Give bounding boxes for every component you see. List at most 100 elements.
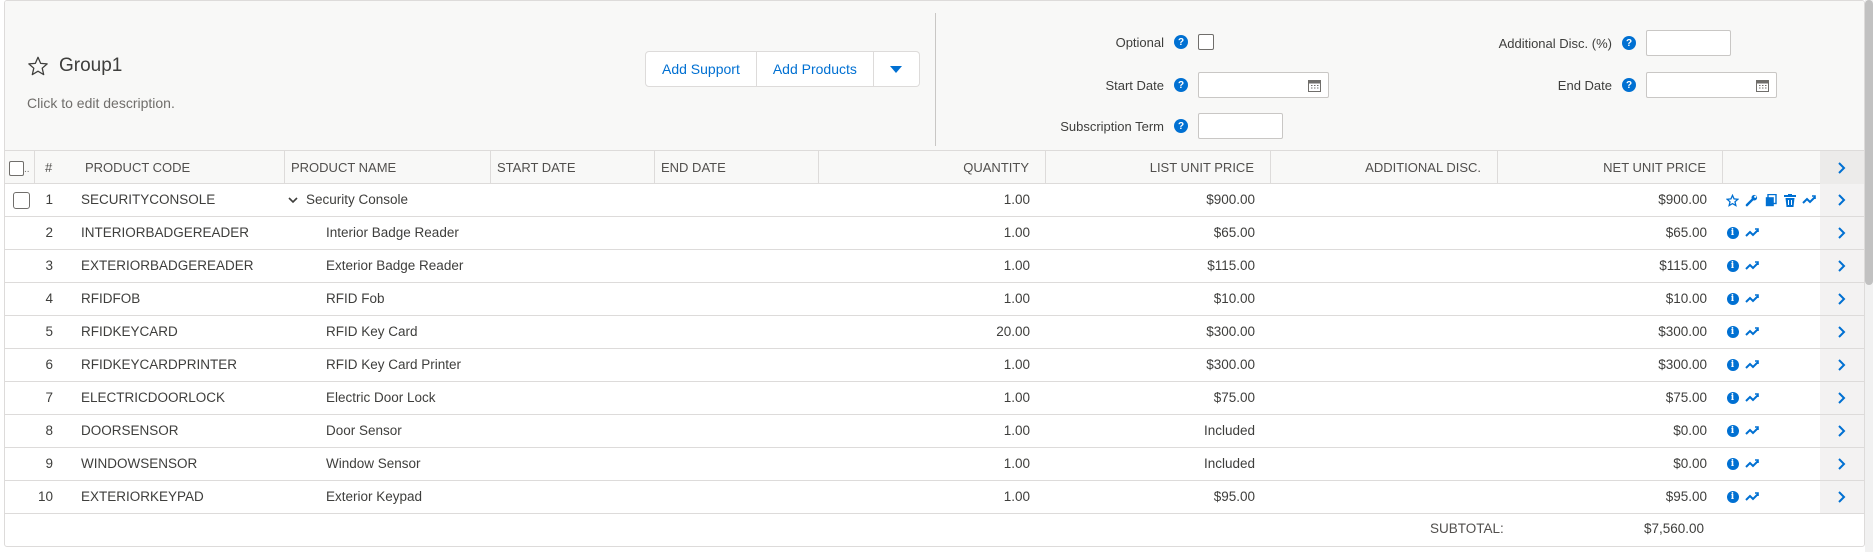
more-actions-dropdown-button[interactable] — [873, 51, 920, 87]
clone-icon[interactable] — [1763, 193, 1778, 208]
list-unit-price: Included — [1203, 456, 1255, 471]
additional-disc[interactable] — [1271, 250, 1482, 282]
price-trend-icon[interactable] — [1744, 391, 1759, 406]
delete-icon[interactable] — [1782, 193, 1797, 208]
price-trend-icon[interactable] — [1744, 490, 1759, 505]
group-title[interactable]: Group1 — [59, 55, 122, 77]
help-icon[interactable]: ? — [1622, 78, 1636, 92]
table-row: 10 EXTERIORKEYPAD Exterior Keypad 1.00 $95.0… — [5, 481, 1864, 514]
header-divider — [935, 13, 936, 146]
info-icon[interactable]: i — [1725, 226, 1740, 241]
info-icon[interactable]: i — [1725, 292, 1740, 307]
price-trend-icon[interactable] — [1801, 193, 1816, 208]
row-detail-button[interactable] — [1820, 481, 1864, 513]
add-products-button[interactable]: Add Products — [756, 51, 874, 87]
info-icon[interactable]: i — [1725, 457, 1740, 472]
quantity[interactable]: 1.00 — [819, 184, 1030, 216]
subscription-term-input[interactable] — [1198, 113, 1283, 139]
info-icon[interactable]: i — [1725, 490, 1740, 505]
info-icon[interactable]: i — [1725, 259, 1740, 274]
quantity[interactable]: 1.00 — [819, 448, 1030, 480]
additional-disc[interactable] — [1271, 283, 1482, 315]
price-trend-icon[interactable] — [1744, 292, 1759, 307]
info-icon[interactable]: i — [1725, 358, 1740, 373]
row-detail-button[interactable] — [1820, 217, 1864, 249]
wrench-icon[interactable] — [1744, 193, 1759, 208]
quantity[interactable]: 1.00 — [819, 415, 1030, 447]
star-icon[interactable] — [1725, 193, 1740, 208]
additional-disc-input[interactable] — [1646, 30, 1731, 56]
chevron-right-icon — [1838, 491, 1846, 503]
price-trend-icon[interactable] — [1744, 424, 1759, 439]
chevron-down-icon[interactable] — [288, 195, 298, 205]
price-trend-icon[interactable] — [1744, 457, 1759, 472]
product-code: EXTERIORKEYPAD — [81, 489, 204, 504]
row-detail-button[interactable] — [1820, 415, 1864, 447]
row-detail-button[interactable] — [1820, 382, 1864, 414]
star-icon[interactable] — [27, 55, 49, 77]
row-num: 10 — [37, 489, 53, 504]
scrollbar-thumb[interactable] — [1865, 0, 1873, 285]
additional-disc[interactable] — [1271, 349, 1482, 381]
trend-icon — [1744, 492, 1759, 501]
price-trend-icon[interactable] — [1744, 358, 1759, 373]
info-icon[interactable]: i — [1725, 325, 1740, 340]
col-header-quantity[interactable]: QUANTITY — [819, 151, 1046, 184]
price-trend-icon[interactable] — [1744, 259, 1759, 274]
quantity[interactable]: 20.00 — [819, 316, 1030, 348]
row-detail-button[interactable] — [1820, 448, 1864, 480]
row-detail-button[interactable] — [1820, 349, 1864, 381]
additional-disc[interactable] — [1271, 217, 1482, 249]
col-header-list-unit-price[interactable]: LIST UNIT PRICE — [1046, 151, 1271, 184]
additional-disc[interactable] — [1271, 415, 1482, 447]
row-actions: i — [1725, 349, 1759, 381]
col-header-product-code[interactable]: PRODUCT CODE — [79, 151, 285, 184]
quantity[interactable]: 1.00 — [819, 481, 1030, 513]
group-description[interactable]: Click to edit description. — [27, 95, 175, 111]
price-trend-icon[interactable] — [1744, 325, 1759, 340]
start-date-input[interactable] — [1198, 72, 1329, 98]
product-name: Exterior Badge Reader — [326, 258, 464, 273]
calendar-icon[interactable] — [1756, 79, 1769, 92]
trend-icon — [1744, 426, 1759, 435]
info-icon[interactable]: i — [1725, 424, 1740, 439]
additional-disc[interactable] — [1271, 316, 1482, 348]
optional-checkbox[interactable] — [1198, 34, 1214, 50]
help-icon[interactable]: ? — [1622, 36, 1636, 50]
row-detail-button[interactable] — [1820, 250, 1864, 282]
col-header-additional-disc[interactable]: ADDITIONAL DISC. — [1271, 151, 1498, 184]
additional-disc[interactable] — [1271, 184, 1482, 216]
calendar-icon[interactable] — [1308, 79, 1321, 92]
help-icon[interactable]: ? — [1174, 119, 1188, 133]
page-scrollbar[interactable] — [1865, 0, 1873, 552]
add-support-button[interactable]: Add Support — [645, 51, 757, 87]
row-detail-button[interactable] — [1820, 283, 1864, 315]
info-icon[interactable]: i — [1725, 391, 1740, 406]
help-icon[interactable]: ? — [1174, 78, 1188, 92]
row-detail-button[interactable] — [1820, 316, 1864, 348]
additional-disc[interactable] — [1271, 448, 1482, 480]
quantity[interactable]: 1.00 — [819, 250, 1030, 282]
trend-icon — [1744, 261, 1759, 270]
help-icon[interactable]: ? — [1174, 35, 1188, 49]
columns-scroll-right-button[interactable] — [1820, 151, 1864, 184]
select-all-checkbox[interactable] — [9, 161, 24, 177]
row-num: 9 — [45, 456, 53, 471]
quantity[interactable]: 1.00 — [819, 349, 1030, 381]
row-actions: i — [1725, 283, 1759, 315]
col-header-product-name[interactable]: PRODUCT NAME — [285, 151, 491, 184]
row-detail-button[interactable] — [1820, 184, 1864, 216]
quantity[interactable]: 1.00 — [819, 217, 1030, 249]
select-all-header[interactable]: .. — [5, 151, 35, 184]
table-row: 6 RFIDKEYCARDPRINTER RFID Key Card Printer… — [5, 349, 1864, 382]
end-date-input[interactable] — [1646, 72, 1777, 98]
col-header-start-date[interactable]: START DATE — [491, 151, 655, 184]
price-trend-icon[interactable] — [1744, 226, 1759, 241]
quantity[interactable]: 1.00 — [819, 283, 1030, 315]
list-unit-price: $10.00 — [1213, 291, 1255, 306]
col-header-net-unit-price[interactable]: NET UNIT PRICE — [1498, 151, 1723, 184]
additional-disc[interactable] — [1271, 382, 1482, 414]
col-header-end-date[interactable]: END DATE — [655, 151, 819, 184]
quantity[interactable]: 1.00 — [819, 382, 1030, 414]
additional-disc[interactable] — [1271, 481, 1482, 513]
